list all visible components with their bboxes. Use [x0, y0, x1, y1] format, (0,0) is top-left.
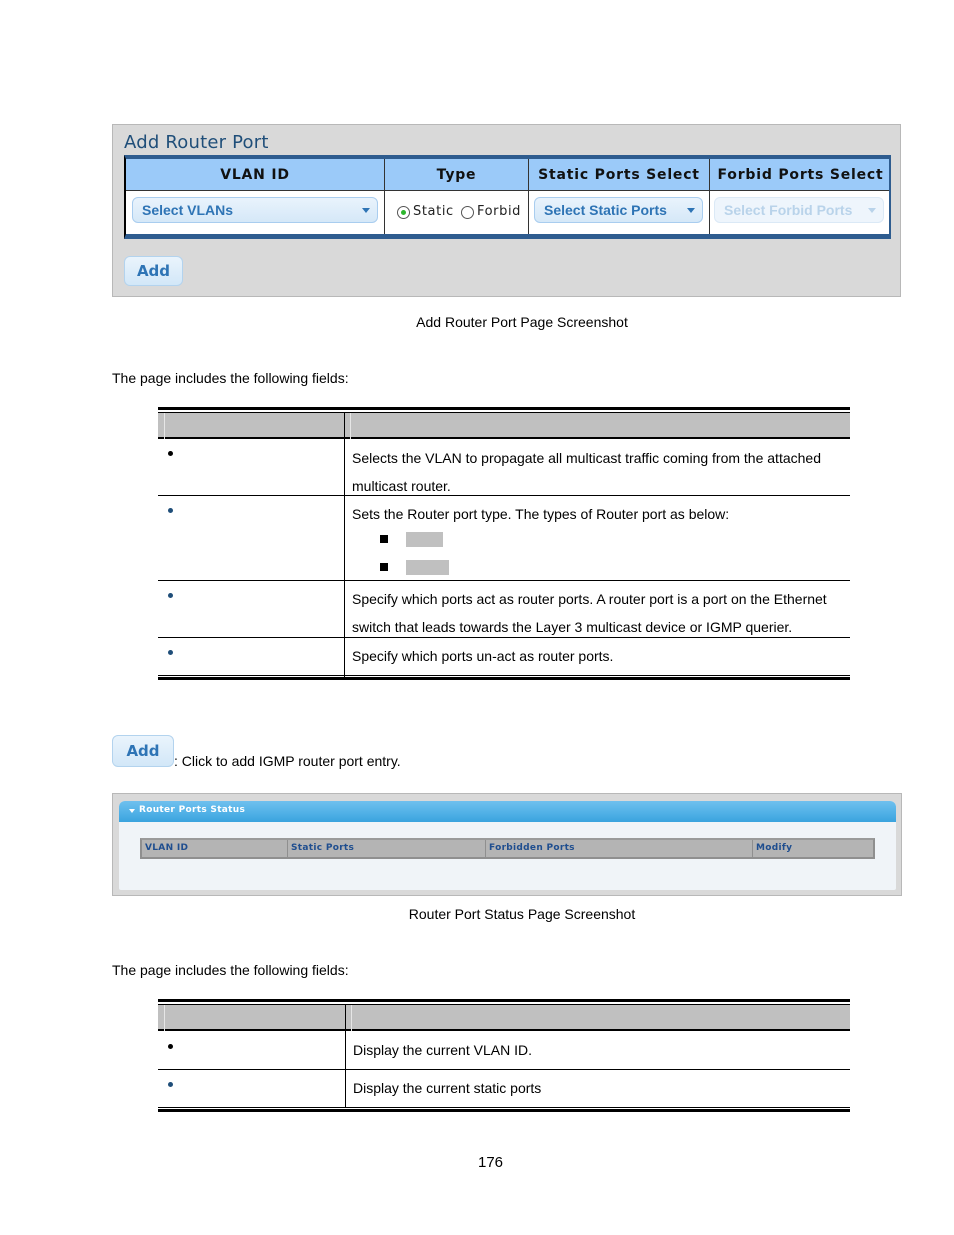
- bullet-icon: [168, 1082, 173, 1087]
- sub-item-static: [406, 532, 443, 547]
- bullet-icon: [168, 650, 173, 655]
- column-header-forbid-ports-select: Forbid Ports Select: [717, 167, 884, 183]
- panel-title: Router Ports Status: [139, 805, 246, 815]
- table-top-border: [158, 407, 850, 410]
- forbid-ports-select-dropdown[interactable]: Select Forbid Ports: [714, 197, 884, 223]
- triangle-down-icon: [129, 809, 135, 813]
- column-header-static-ports: Static Ports: [291, 843, 355, 853]
- chevron-down-icon: [868, 208, 876, 213]
- column-divider: [528, 159, 529, 234]
- type-forbid-label: Forbid: [477, 204, 522, 219]
- table-header: [158, 412, 850, 439]
- static-ports-select-dropdown[interactable]: Select Static Ports: [534, 197, 703, 223]
- square-bullet-icon: [380, 563, 388, 571]
- column-header-static-ports-select: Static Ports Select: [538, 167, 700, 183]
- column-divider: [709, 159, 710, 234]
- router-ports-status-table: VLAN ID Static Ports Forbidden Ports Mod…: [140, 838, 875, 859]
- intro-text: The page includes the following fields:: [112, 962, 349, 978]
- column-header-vlan-id: VLAN ID: [220, 167, 290, 183]
- column-header-modify: Modify: [756, 843, 793, 853]
- table-row: Sets the Router port type. The types of …: [158, 496, 850, 581]
- table-row: Specify which ports un-act as router por…: [158, 638, 850, 675]
- add-router-port-screenshot: Add Router Port VLAN ID Type Static Port…: [112, 124, 901, 297]
- add-button[interactable]: Add: [124, 256, 183, 286]
- panel-header[interactable]: Router Ports Status: [119, 801, 896, 822]
- table-bottom-border: [158, 1109, 850, 1112]
- column-header-vlan-id: VLAN ID: [145, 843, 189, 853]
- intro-text: The page includes the following fields:: [112, 370, 349, 386]
- type-static-label: Static: [413, 204, 454, 219]
- fields-table: Display the current VLAN ID. Display the…: [158, 999, 850, 1114]
- page-number: 176: [477, 1154, 504, 1171]
- router-ports-status-panel: Router Ports Status VLAN ID Static Ports…: [119, 801, 896, 890]
- fields-table: Selects the VLAN to propagate all multic…: [158, 407, 850, 682]
- bullet-icon: [168, 508, 173, 513]
- table-row: Display the current VLAN ID.: [158, 1032, 850, 1070]
- add-router-port-table: VLAN ID Type Static Ports Select Forbid …: [124, 155, 891, 239]
- field-description: Specify which ports un-act as router por…: [352, 648, 614, 664]
- table-row: Selects the VLAN to propagate all multic…: [158, 440, 850, 496]
- table-bottom-border: [158, 677, 850, 680]
- column-header-forbidden-ports: Forbidden Ports: [489, 843, 575, 853]
- bullet-icon: [168, 451, 173, 456]
- field-description: Sets the Router port type. The types of …: [352, 506, 730, 522]
- type-forbid-radio[interactable]: [461, 206, 474, 219]
- field-description: Display the current VLAN ID.: [353, 1042, 532, 1058]
- table-top-border: [158, 999, 850, 1002]
- column-divider: [384, 159, 385, 234]
- square-bullet-icon: [380, 535, 388, 543]
- figure-caption: Add Router Port Page Screenshot: [416, 314, 628, 330]
- vlan-select-dropdown[interactable]: Select VLANs: [132, 197, 378, 223]
- add-button-illustration: Add: [112, 735, 174, 767]
- router-ports-status-screenshot: Router Ports Status VLAN ID Static Ports…: [112, 793, 902, 896]
- forbid-ports-select-label: Select Forbid Ports: [724, 202, 853, 218]
- static-ports-select-label: Select Static Ports: [544, 202, 667, 218]
- field-description: Selects the VLAN to propagate all multic…: [352, 450, 821, 494]
- chevron-down-icon: [687, 208, 695, 213]
- figure-caption: Router Port Status Page Screenshot: [408, 906, 636, 922]
- table-row: Display the current static ports: [158, 1070, 850, 1107]
- chevron-down-icon: [362, 208, 370, 213]
- table-header: [158, 1004, 850, 1031]
- vlan-select-label: Select VLANs: [142, 202, 234, 218]
- column-header-type: Type: [436, 167, 477, 183]
- table-row: Specify which ports act as router ports.…: [158, 581, 850, 638]
- field-description: Display the current static ports: [353, 1080, 542, 1096]
- field-description: Specify which ports act as router ports.…: [352, 591, 827, 635]
- add-button-description: : Click to add IGMP router port entry.: [174, 753, 401, 769]
- bullet-icon: [168, 1044, 173, 1049]
- panel-title: Add Router Port: [124, 132, 269, 153]
- sub-item-forbid: [406, 560, 449, 575]
- type-static-radio[interactable]: [397, 206, 410, 219]
- bullet-icon: [168, 593, 173, 598]
